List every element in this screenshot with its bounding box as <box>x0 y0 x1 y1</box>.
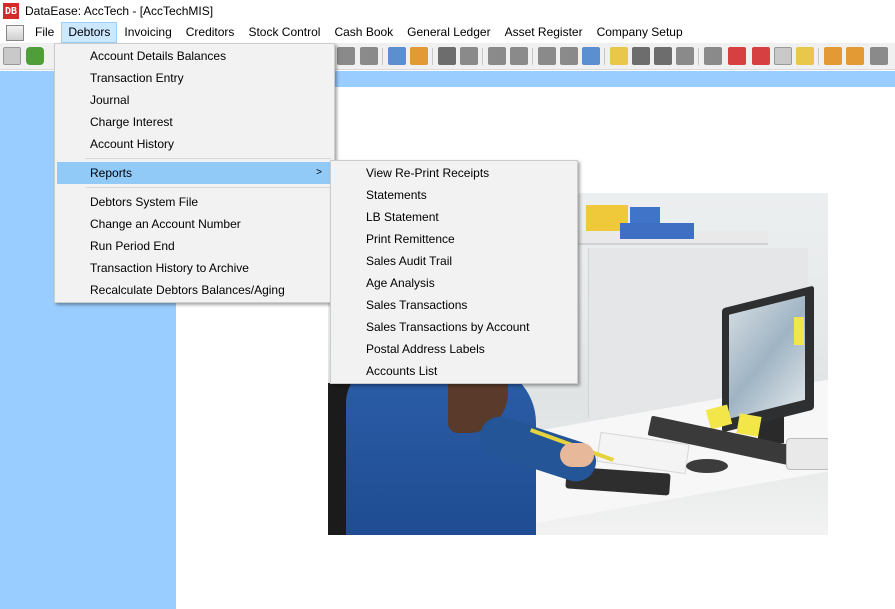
toolbar-separator <box>818 48 819 65</box>
reports-submenu: View Re-Print Receipts Statements LB Sta… <box>330 160 578 384</box>
toolbar-separator <box>698 48 699 65</box>
debtors-dropdown-menu: Account Details Balances Transaction Ent… <box>54 43 335 303</box>
menu-item-transaction-history-archive[interactable]: Transaction History to Archive <box>57 257 332 279</box>
chart-icon[interactable] <box>3 47 21 65</box>
menu-item-sales-transactions-by-account[interactable]: Sales Transactions by Account <box>333 316 577 338</box>
toolbar-button-icon[interactable] <box>560 47 578 65</box>
menu-item-view-reprint-receipts[interactable]: View Re-Print Receipts <box>333 162 577 184</box>
menu-separator <box>85 187 331 188</box>
menu-asset-register[interactable]: Asset Register <box>498 22 590 43</box>
menu-general-ledger[interactable]: General Ledger <box>400 22 497 43</box>
menu-item-account-details-balances[interactable]: Account Details Balances <box>57 45 332 67</box>
menu-cash-book[interactable]: Cash Book <box>327 22 400 43</box>
photo-sticky-note <box>736 413 762 437</box>
refresh-icon[interactable] <box>26 47 44 65</box>
redo-icon[interactable] <box>654 47 672 65</box>
photo-mouse <box>686 459 728 473</box>
menu-item-sales-audit-trail[interactable]: Sales Audit Trail <box>333 250 577 272</box>
zoom-in-icon[interactable] <box>488 47 506 65</box>
chevron-right-icon: > <box>316 167 322 178</box>
toolbar-separator <box>482 48 483 65</box>
delete-record-icon[interactable] <box>728 47 746 65</box>
menu-bar: File Debtors Invoicing Creditors Stock C… <box>0 22 895 43</box>
menu-item-statements[interactable]: Statements <box>333 184 577 206</box>
photo-screen <box>729 295 805 419</box>
toolbar-separator <box>532 48 533 65</box>
menu-item-change-account-number[interactable]: Change an Account Number <box>57 213 332 235</box>
window-icon[interactable] <box>704 47 722 65</box>
menu-stock-control[interactable]: Stock Control <box>241 22 327 43</box>
menu-item-age-analysis[interactable]: Age Analysis <box>333 272 577 294</box>
menu-item-account-history[interactable]: Account History <box>57 133 332 155</box>
toolbar-separator <box>432 48 433 65</box>
import-icon[interactable] <box>824 47 842 65</box>
menu-debtors[interactable]: Debtors <box>61 22 118 43</box>
menu-creditors[interactable]: Creditors <box>179 22 242 43</box>
sort-icon[interactable] <box>460 47 478 65</box>
photo-sticky-note <box>794 317 804 345</box>
edit-icon[interactable] <box>610 47 628 65</box>
toolbar-button-icon[interactable] <box>360 47 378 65</box>
photo-telephone <box>786 438 828 470</box>
toolbar-button-icon[interactable] <box>676 47 694 65</box>
menu-separator <box>85 158 331 159</box>
menu-item-sales-transactions[interactable]: Sales Transactions <box>333 294 577 316</box>
photo-monitor <box>722 285 814 433</box>
menu-item-reports-label: Reports <box>90 166 133 180</box>
toolbar-separator <box>604 48 605 65</box>
system-menu-icon[interactable] <box>6 24 24 41</box>
menu-item-reports[interactable]: Reports > <box>57 162 332 184</box>
menu-company-setup[interactable]: Company Setup <box>590 22 690 43</box>
menu-item-journal[interactable]: Journal <box>57 89 332 111</box>
toolbar-button-icon[interactable] <box>337 47 355 65</box>
cut-icon[interactable] <box>752 47 770 65</box>
menu-item-debtors-system-file[interactable]: Debtors System File <box>57 191 332 213</box>
menu-item-lb-statement[interactable]: LB Statement <box>333 206 577 228</box>
export-icon[interactable] <box>846 47 864 65</box>
print-icon[interactable] <box>438 47 456 65</box>
photo-binder <box>620 223 694 239</box>
menu-item-run-period-end[interactable]: Run Period End <box>57 235 332 257</box>
toolbar-button-icon[interactable] <box>870 47 888 65</box>
toolbar-separator <box>382 48 383 65</box>
menu-item-accounts-list[interactable]: Accounts List <box>333 360 577 382</box>
paste-icon[interactable] <box>796 47 814 65</box>
copy-icon[interactable] <box>774 47 792 65</box>
menu-file[interactable]: File <box>28 22 61 43</box>
photo-hand <box>560 443 594 467</box>
form-view-icon[interactable] <box>388 47 406 65</box>
title-bar: DB DataEase: AccTech - [AccTechMIS] <box>0 0 895 22</box>
toolbar-button-icon[interactable] <box>538 47 556 65</box>
table-view-icon[interactable] <box>410 47 428 65</box>
menu-invoicing[interactable]: Invoicing <box>117 22 178 43</box>
menu-item-recalculate-balances[interactable]: Recalculate Debtors Balances/Aging <box>57 279 332 301</box>
lookup-icon[interactable] <box>582 47 600 65</box>
app-logo-icon: DB <box>3 3 19 19</box>
undo-icon[interactable] <box>632 47 650 65</box>
menu-item-charge-interest[interactable]: Charge Interest <box>57 111 332 133</box>
menu-item-postal-address-labels[interactable]: Postal Address Labels <box>333 338 577 360</box>
menu-item-print-remittence[interactable]: Print Remittence <box>333 228 577 250</box>
zoom-out-icon[interactable] <box>510 47 528 65</box>
menu-item-transaction-entry[interactable]: Transaction Entry <box>57 67 332 89</box>
window-title: DataEase: AccTech - [AccTechMIS] <box>25 4 214 18</box>
